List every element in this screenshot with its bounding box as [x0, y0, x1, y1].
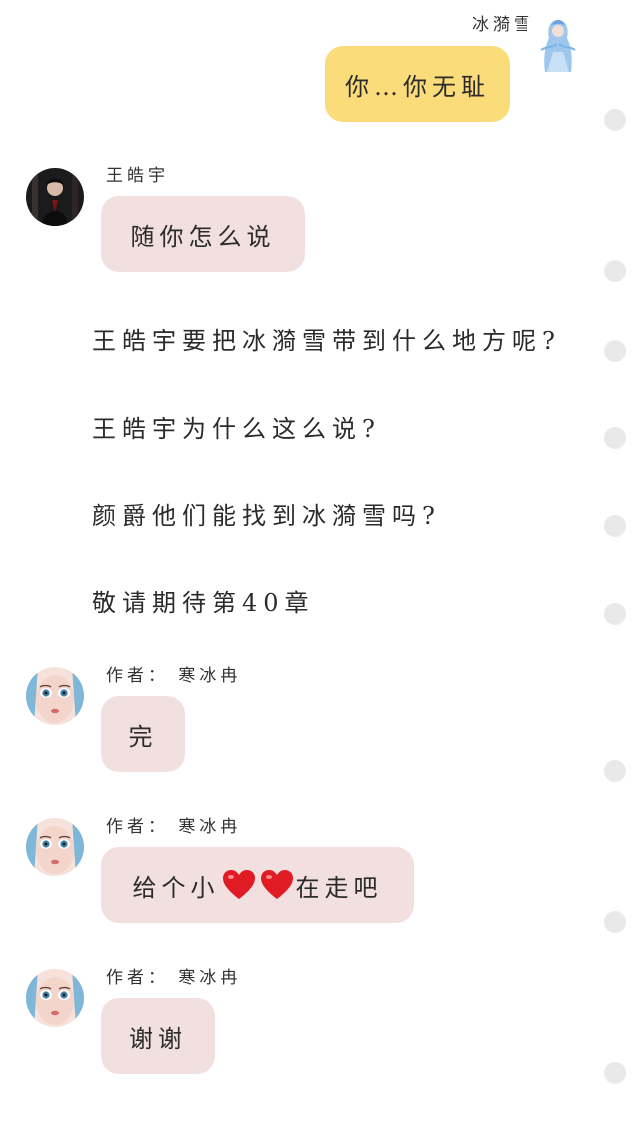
scroll-dot[interactable] — [604, 760, 626, 782]
sender-name: 王皓宇 — [106, 166, 169, 186]
chat-bubble[interactable]: 随你怎么说 — [101, 196, 305, 272]
doll-face-avatar[interactable] — [26, 818, 84, 876]
scroll-dot[interactable] — [604, 260, 626, 282]
message-text: 谢谢 — [129, 1024, 187, 1053]
heart-emoji-icon — [222, 870, 255, 899]
scroll-dot[interactable] — [604, 603, 626, 625]
narration-line: 敬请期待第40章 — [92, 589, 315, 617]
message-text-before: 给个小 — [132, 873, 220, 902]
chat-bubble[interactable]: 完 — [101, 696, 185, 772]
chat-bubble[interactable]: 你…你无耻 — [325, 46, 510, 122]
man-in-black-avatar[interactable] — [26, 168, 84, 226]
message-text: 你…你无耻 — [345, 72, 490, 101]
message-text: 完 — [128, 722, 158, 751]
heart-emoji-icon — [260, 870, 293, 899]
scroll-dot[interactable] — [604, 109, 626, 131]
message-text-after: 在走吧 — [295, 873, 383, 902]
scroll-dot[interactable] — [604, 340, 626, 362]
scroll-dot[interactable] — [604, 515, 626, 537]
message-text: 随你怎么说 — [130, 222, 276, 251]
scroll-dot[interactable] — [604, 427, 626, 449]
chat-bubble[interactable]: 给个小 在走吧 — [101, 847, 414, 923]
scroll-dot[interactable] — [604, 911, 626, 933]
sender-name: 冰漪雪 — [472, 15, 535, 35]
sender-name: 作者： 寒冰冉 — [106, 817, 242, 837]
ice-princess-avatar[interactable] — [527, 14, 589, 76]
narration-line: 王皓宇要把冰漪雪带到什么地方呢? — [92, 327, 561, 355]
chat-bubble[interactable]: 谢谢 — [101, 998, 215, 1074]
narration-line: 颜爵他们能找到冰漪雪吗? — [92, 502, 441, 530]
doll-face-avatar[interactable] — [26, 969, 84, 1027]
sender-name: 作者： 寒冰冉 — [106, 968, 242, 988]
sender-name: 作者： 寒冰冉 — [106, 666, 242, 686]
doll-face-avatar[interactable] — [26, 667, 84, 725]
narration-line: 王皓宇为什么这么说? — [92, 415, 381, 443]
scroll-dot[interactable] — [604, 1062, 626, 1084]
